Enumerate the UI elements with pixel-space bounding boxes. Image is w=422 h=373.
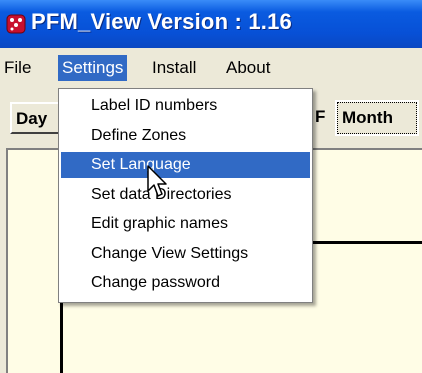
menu-item-define-zones[interactable]: Define Zones: [61, 123, 310, 149]
menu-bar: File Settings Install About: [0, 48, 422, 88]
month-button-label: Month: [342, 108, 393, 127]
menu-item-label-id-numbers[interactable]: Label ID numbers: [61, 93, 310, 119]
menu-item-change-password[interactable]: Change password: [61, 270, 310, 296]
menu-item-change-view-settings[interactable]: Change View Settings: [61, 241, 310, 267]
menu-item-edit-graphic-names[interactable]: Edit graphic names: [61, 211, 310, 237]
title-bar: PFM_View Version : 1.16: [0, 0, 422, 48]
mouse-pointer-icon: [147, 165, 167, 197]
app-dice-icon: [6, 14, 26, 34]
menu-about[interactable]: About: [222, 55, 274, 81]
partial-button-label[interactable]: F: [315, 102, 325, 134]
menu-item-set-language[interactable]: Set Language: [61, 152, 310, 178]
day-button-label: Day: [16, 109, 48, 128]
menu-file[interactable]: File: [0, 55, 35, 81]
settings-dropdown-menu: Label ID numbers Define Zones Set Langua…: [58, 88, 313, 303]
month-button[interactable]: Month: [335, 100, 419, 136]
menu-item-set-data-directories[interactable]: Set data Directories: [61, 182, 310, 208]
menu-settings[interactable]: Settings: [58, 55, 128, 81]
window-title: PFM_View Version : 1.16: [31, 9, 292, 34]
menu-install[interactable]: Install: [148, 55, 200, 81]
